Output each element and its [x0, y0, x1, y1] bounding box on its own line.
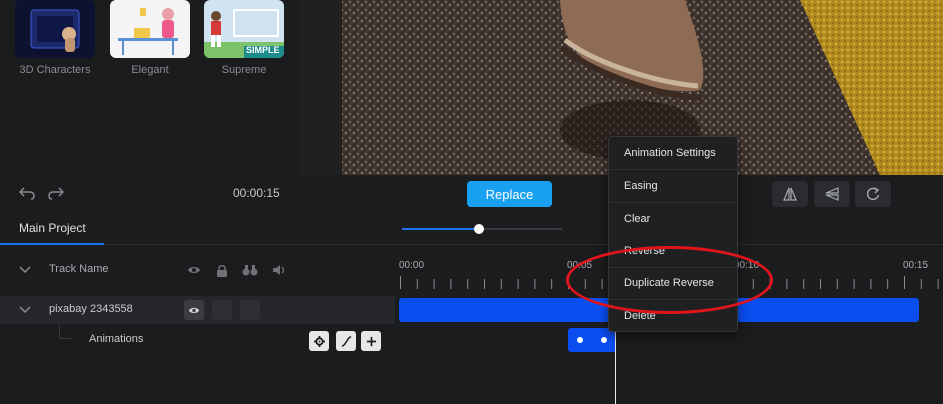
ruler-tick-label: 00:00: [399, 260, 425, 271]
replace-button[interactable]: Replace: [467, 181, 552, 207]
preview-letterbox: [300, 0, 342, 175]
easing-button[interactable]: [336, 331, 356, 351]
highlight-annotation: [566, 246, 773, 314]
flip-vertical-icon: [825, 187, 839, 201]
flip-horizontal-button[interactable]: [772, 181, 808, 207]
flip-vertical-button[interactable]: [814, 181, 850, 207]
supreme-thumb-text: SIMPLE: [246, 45, 280, 55]
menu-item-easing[interactable]: Easing: [609, 170, 737, 202]
template-elegant[interactable]: Elegant: [110, 0, 190, 76]
track-name: pixabay 2343558: [49, 303, 133, 315]
3d-characters-thumbnail: [15, 0, 95, 58]
zoom-slider[interactable]: [402, 224, 562, 234]
add-animation-button[interactable]: [361, 331, 381, 351]
track-row[interactable]: pixabay 2343558: [0, 296, 395, 324]
volume-icon[interactable]: [271, 263, 287, 277]
undo-icon[interactable]: [18, 185, 36, 201]
track-name-header: Track Name: [49, 263, 109, 275]
ruler-tick-label: 00:15: [903, 260, 929, 271]
tree-connector: [59, 325, 71, 339]
plus-icon: [366, 336, 376, 346]
animation-settings-button[interactable]: [309, 331, 329, 351]
zoom-slider-fill: [402, 228, 479, 230]
tab-main-project[interactable]: Main Project: [0, 213, 104, 245]
flip-horizontal-icon: [783, 187, 797, 201]
track-lock-toggle[interactable]: [212, 300, 232, 320]
lock-icon[interactable]: [215, 263, 229, 277]
rotate-icon: [866, 187, 880, 201]
gear-icon: [313, 335, 325, 347]
template-3d-characters[interactable]: 3D Characters: [15, 0, 95, 76]
elegant-thumbnail: [110, 0, 190, 58]
eye-icon[interactable]: [186, 264, 202, 276]
current-time: 00:00:15: [233, 186, 280, 200]
timeline-tabs: Main Project: [0, 213, 943, 245]
track-mute-toggle[interactable]: [240, 300, 260, 320]
chevron-down-icon[interactable]: [18, 303, 32, 317]
redo-icon[interactable]: [47, 185, 65, 201]
template-name: Supreme: [221, 64, 267, 76]
track-header: Track Name: [0, 245, 395, 295]
template-name: Elegant: [131, 64, 169, 76]
curve-icon: [341, 335, 351, 347]
menu-item-animation-settings[interactable]: Animation Settings: [609, 137, 737, 169]
supreme-thumbnail: SIMPLE: [204, 0, 284, 58]
chevron-down-icon[interactable]: [18, 263, 32, 277]
animations-label: Animations: [89, 333, 144, 345]
keyframe-dot[interactable]: [577, 337, 583, 343]
track-visibility-button[interactable]: [184, 300, 204, 320]
animations-row: Animations: [0, 325, 395, 355]
menu-item-clear[interactable]: Clear: [609, 203, 737, 235]
rotate-button[interactable]: [855, 181, 891, 207]
template-name: 3D Characters: [19, 64, 91, 76]
eye-icon: [188, 307, 200, 313]
keyframe-dot[interactable]: [601, 337, 607, 343]
video-editor: 3D Characters Elegant SIMPLE Supreme 00:…: [0, 0, 943, 404]
zoom-slider-handle[interactable]: [473, 224, 484, 234]
binoculars-icon[interactable]: [241, 263, 259, 277]
template-supreme[interactable]: SIMPLE Supreme: [204, 0, 284, 76]
templates-panel: 3D Characters Elegant SIMPLE Supreme: [0, 0, 300, 175]
